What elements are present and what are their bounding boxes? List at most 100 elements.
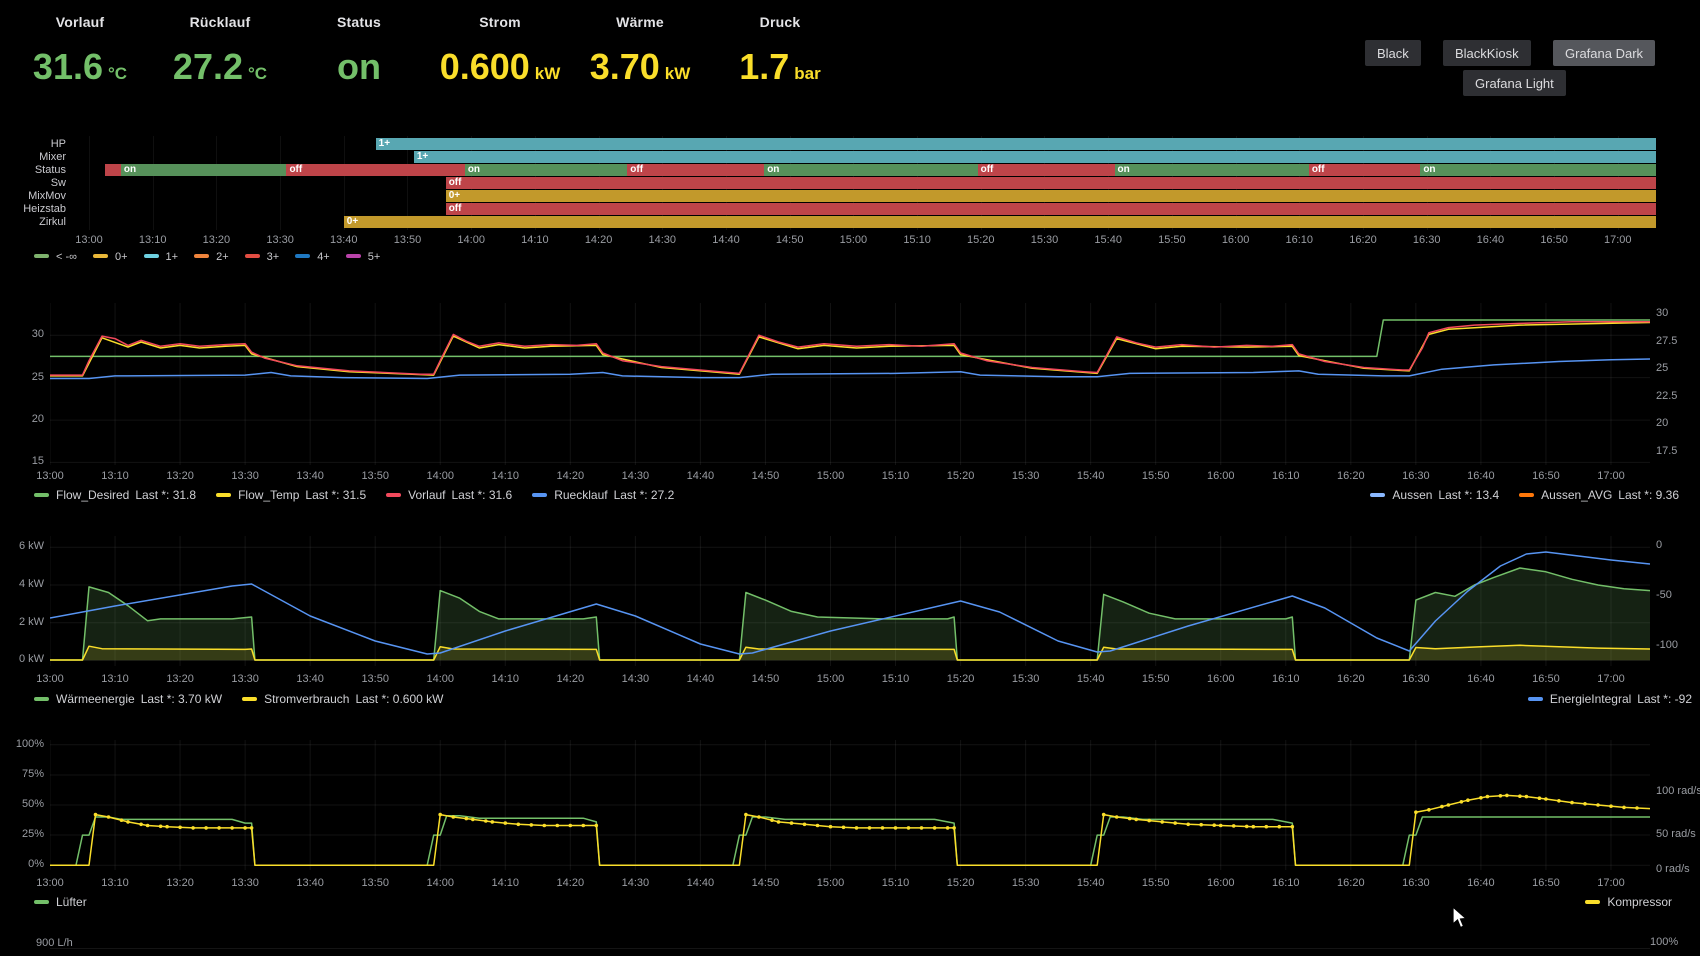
timeline-time-tick: 15:10 xyxy=(903,234,931,246)
fan-compressor-chart-legend: Kompressor xyxy=(1585,895,1672,909)
legend-item-Kompressor[interactable]: Kompressor xyxy=(1585,895,1672,909)
x-axis-time-tick: 13:50 xyxy=(361,470,389,482)
series-marker xyxy=(1518,794,1522,798)
timeline-legend-item-[interactable]: < -∞ xyxy=(34,251,77,263)
series-marker xyxy=(1609,804,1613,808)
y-axis-right-tick: 17.5 xyxy=(1656,444,1678,457)
x-axis-time-tick: 13:20 xyxy=(166,470,194,482)
legend-item-Lüfter[interactable]: Lüfter xyxy=(34,895,87,909)
legend-item-Ruecklauf[interactable]: Ruecklauf Last *: 27.2 xyxy=(532,488,674,502)
x-axis-time-tick: 15:30 xyxy=(1011,673,1040,685)
series-marker xyxy=(952,826,956,830)
x-axis-time-tick: 15:10 xyxy=(881,470,910,482)
stat-title-druck: Druck xyxy=(759,14,801,30)
series-marker xyxy=(217,826,221,830)
y-axis-left-tick: 20 xyxy=(31,413,44,426)
series-marker xyxy=(1635,806,1639,810)
y-axis-right-tick: 22.5 xyxy=(1656,389,1678,402)
x-axis-time-tick: 15:10 xyxy=(881,673,910,685)
legend-swatch xyxy=(34,493,49,497)
legend-item-Vorlauf[interactable]: Vorlauf Last *: 31.6 xyxy=(386,488,512,502)
series-marker xyxy=(1544,797,1548,801)
stat-panel-status: Status on xyxy=(279,14,439,88)
x-axis-time-tick: 13:30 xyxy=(231,673,259,685)
series-marker xyxy=(854,826,859,830)
legend-swatch xyxy=(1519,493,1535,497)
legend-item-Aussen_AVG[interactable]: Aussen_AVG Last *: 9.36 xyxy=(1519,488,1679,502)
x-axis-time-tick: 15:30 xyxy=(1011,470,1040,482)
series-marker xyxy=(594,823,599,828)
legend-swatch xyxy=(34,254,49,258)
legend-item-Flow_Temp[interactable]: Flow_Temp Last *: 31.5 xyxy=(216,488,366,502)
series-marker xyxy=(1264,824,1269,829)
series-marker xyxy=(744,812,748,817)
bottom-panel-right-axis-label: 100% xyxy=(1650,936,1679,948)
x-axis-time-tick: 14:40 xyxy=(686,673,715,685)
x-axis-time-tick: 15:40 xyxy=(1076,673,1105,685)
timeline-time-tick: 16:10 xyxy=(1285,234,1314,246)
x-axis-time-tick: 16:40 xyxy=(1467,673,1495,685)
x-axis-time-tick: 16:50 xyxy=(1532,877,1560,889)
timeline-state-bar: off xyxy=(445,177,1656,189)
theme-button-blackkiosk[interactable]: BlackKiosk xyxy=(1443,40,1531,66)
series-marker xyxy=(776,820,781,824)
timeline-time-tick: 14:50 xyxy=(775,234,804,246)
x-axis-time-tick: 16:30 xyxy=(1402,673,1430,685)
stat-unit-ruecklauf: °C xyxy=(248,64,268,83)
legend-swatch xyxy=(345,254,361,258)
timeline-legend-item-2[interactable]: 2+ xyxy=(194,251,229,263)
theme-button-grafana-dark[interactable]: Grafana Dark xyxy=(1553,40,1656,66)
legend-swatch xyxy=(1585,900,1601,904)
series-marker xyxy=(1186,822,1190,827)
legend-item-EnergieIntegral[interactable]: EnergieIntegral Last *: -92 xyxy=(1527,692,1692,706)
timeline-legend-item-4[interactable]: 4+ xyxy=(295,251,330,263)
y-axis-right-tick: -100 xyxy=(1656,638,1679,651)
stat-value-status: on xyxy=(337,46,381,87)
x-axis-time-tick: 14:50 xyxy=(751,673,780,685)
series-marker xyxy=(106,815,111,819)
series-marker xyxy=(568,823,573,828)
series-marker xyxy=(119,818,124,822)
series-marker xyxy=(1570,800,1574,805)
x-axis-time-tick: 14:40 xyxy=(686,470,715,482)
legend-item-Flow_Desired[interactable]: Flow_Desired Last *: 31.8 xyxy=(34,488,196,502)
timeline-row-label-sw: Sw xyxy=(50,177,66,189)
series-marker xyxy=(1231,824,1236,828)
theme-button-grafana-light[interactable]: Grafana Light xyxy=(1463,70,1566,96)
series-marker xyxy=(1199,822,1203,827)
theme-button-black[interactable]: Black xyxy=(1365,40,1421,66)
stat-title-vorlauf: Vorlauf xyxy=(55,14,105,30)
timeline-legend-item-5[interactable]: 5+ xyxy=(345,251,380,263)
x-axis-time-tick: 13:00 xyxy=(36,673,64,685)
y-axis-left-tick: 25 xyxy=(31,370,44,383)
timeline-row-label-zirkul: Zirkul xyxy=(39,216,66,228)
legend-swatch xyxy=(244,254,260,258)
series-marker xyxy=(757,815,761,819)
series-marker xyxy=(158,824,163,829)
y-axis-right-tick: 0 rad/s xyxy=(1656,863,1690,875)
x-axis-time-tick: 13:20 xyxy=(166,877,194,889)
x-axis-time-tick: 16:00 xyxy=(1206,673,1235,685)
legend-item-Wärmeenergie[interactable]: Wärmeenergie Last *: 3.70 kW xyxy=(34,692,222,706)
temperature-chart-legend: Flow_Desired Last *: 31.8 Flow_Temp Last … xyxy=(34,488,674,502)
timeline-time-tick: 15:00 xyxy=(839,234,868,246)
x-axis-time-tick: 17:00 xyxy=(1597,877,1625,889)
series-marker xyxy=(555,823,560,828)
timeline-row-label-mixmov: MixMov xyxy=(28,190,66,202)
timeline-row-label-status: Status xyxy=(34,164,66,176)
timeline-time-tick: 15:50 xyxy=(1158,234,1186,246)
x-axis-time-tick: 15:30 xyxy=(1011,877,1040,889)
timeline-legend-item-3[interactable]: 3+ xyxy=(244,251,279,263)
timeline-state-bar: off xyxy=(977,164,1115,176)
y-axis-right-tick: -50 xyxy=(1656,589,1672,602)
timeline-time-tick: 16:50 xyxy=(1540,234,1568,246)
timeline-state-bar: on xyxy=(120,164,287,176)
series-marker xyxy=(1524,794,1529,799)
legend-item-Stromverbrauch[interactable]: Stromverbrauch Last *: 0.600 kW xyxy=(242,692,444,706)
series-marker xyxy=(1101,812,1106,817)
timeline-legend-item-0[interactable]: 0+ xyxy=(93,251,128,263)
x-axis-time-tick: 17:00 xyxy=(1597,673,1625,685)
x-axis-time-tick: 14:00 xyxy=(426,470,454,482)
timeline-legend-item-1[interactable]: 1+ xyxy=(143,251,178,263)
legend-item-Aussen[interactable]: Aussen Last *: 13.4 xyxy=(1370,488,1499,502)
